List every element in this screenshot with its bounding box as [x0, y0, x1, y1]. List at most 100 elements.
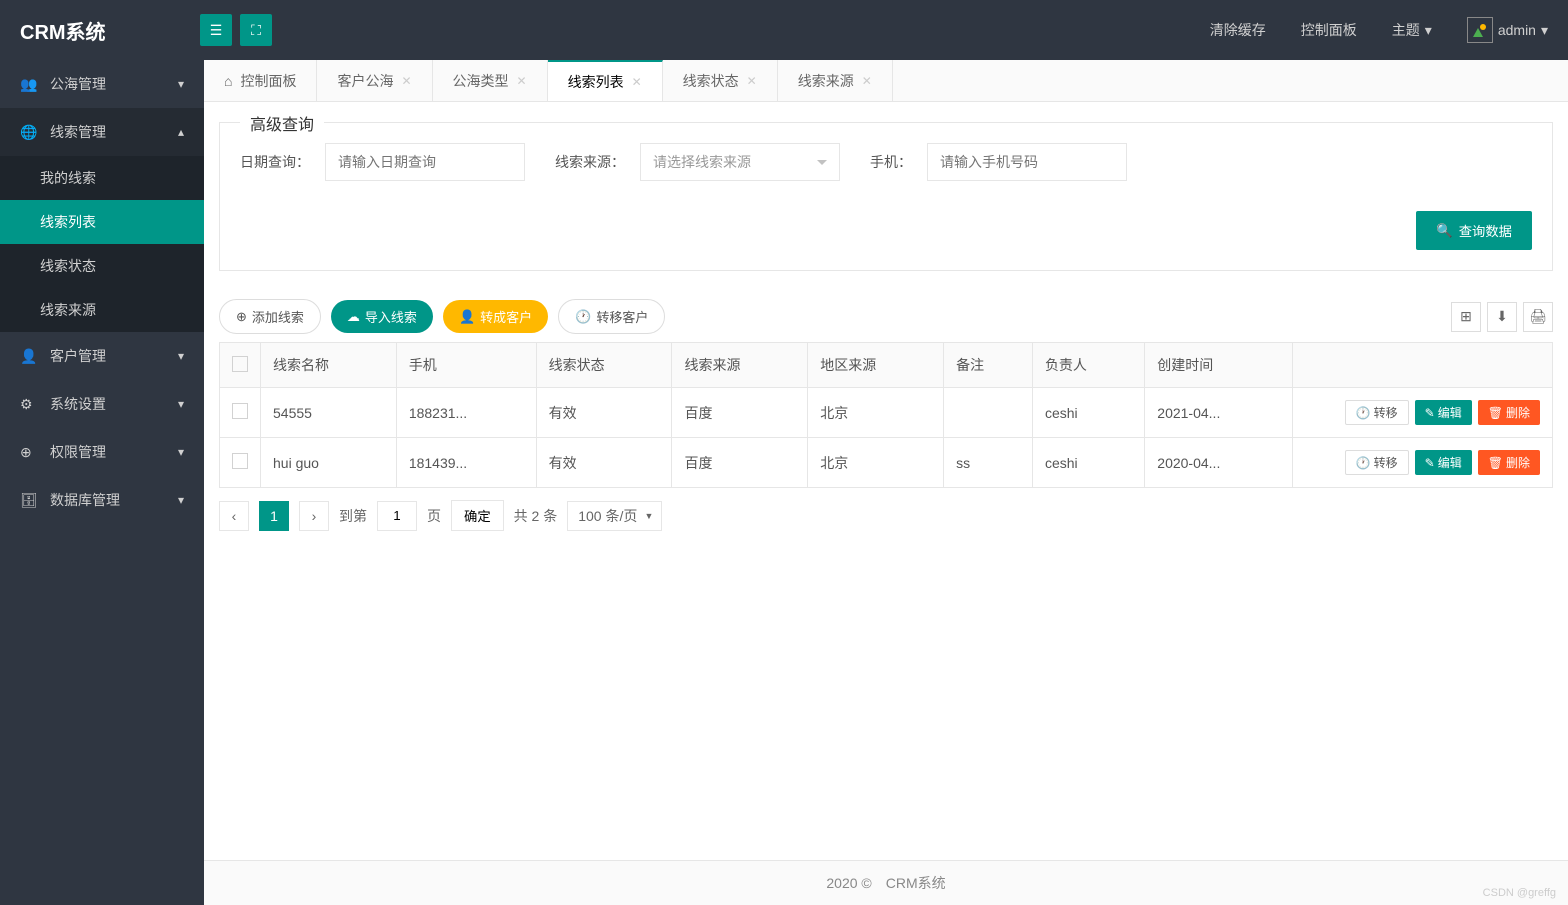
search-panel: 高级查询 日期查询： 线索来源： 请选择线索来源 手机：: [219, 122, 1553, 271]
table-cell: 百度: [672, 438, 808, 488]
toolbar: ⊕ 添加线索 ☁ 导入线索 👤 转成客户 🕐 转移客户 ⊞ ⬇: [219, 291, 1553, 342]
chevron-down-icon: ▾: [1541, 22, 1548, 39]
search-title: 高级查询: [240, 111, 324, 135]
select-all-checkbox[interactable]: [232, 356, 248, 372]
sidebar-subitem-lead-source[interactable]: 线索来源: [0, 288, 204, 332]
app-logo: CRM系统: [20, 16, 200, 45]
sidebar-item-customers[interactable]: 👤 客户管理 ▾: [0, 332, 204, 380]
col-name: 线索名称: [261, 343, 397, 388]
phone-input[interactable]: [927, 143, 1127, 181]
table-cell: ceshi: [1032, 388, 1144, 438]
globe-icon: 🌐: [20, 124, 40, 141]
user-menu[interactable]: admin ▾: [1467, 17, 1548, 43]
tab-customer-sea[interactable]: 客户公海 ✕: [317, 60, 432, 101]
table-cell: 有效: [536, 438, 672, 488]
sidebar-subitem-my-leads[interactable]: 我的线索: [0, 156, 204, 200]
chevron-up-icon: ▴: [178, 125, 184, 139]
theme-dropdown[interactable]: 主题 ▾: [1392, 20, 1432, 40]
table-cell: 百度: [672, 388, 808, 438]
menu-toggle-button[interactable]: ☰: [200, 14, 232, 46]
row-checkbox[interactable]: [232, 403, 248, 419]
tab-control-panel[interactable]: ⌂ 控制面板: [204, 60, 317, 101]
close-icon[interactable]: ✕: [401, 74, 411, 88]
phone-label: 手机：: [870, 152, 912, 172]
main-area: ⌂ 控制面板 客户公海 ✕ 公海类型 ✕ 线索列表 ✕ 线索状态 ✕ 线索来源 …: [204, 60, 1568, 905]
sidebar-subitem-lead-list[interactable]: 线索列表: [0, 200, 204, 244]
pencil-icon: ✎: [1425, 406, 1435, 420]
columns-button[interactable]: ⊞: [1451, 302, 1481, 332]
upload-icon: ☁: [347, 309, 360, 325]
chevron-right-icon: ›: [312, 508, 317, 524]
row-transfer-button[interactable]: 🕐 转移: [1345, 450, 1409, 475]
source-select[interactable]: 请选择线索来源: [640, 143, 840, 181]
fullscreen-button[interactable]: ⛶: [240, 14, 272, 46]
next-page-button[interactable]: ›: [299, 501, 329, 531]
goto-confirm-button[interactable]: 确定: [451, 500, 504, 531]
source-label: 线索来源：: [555, 152, 625, 172]
search-button[interactable]: 🔍 查询数据: [1416, 211, 1532, 250]
date-label: 日期查询：: [240, 152, 310, 172]
export-button[interactable]: ⬇: [1487, 302, 1517, 332]
goto-input[interactable]: [377, 501, 417, 531]
close-icon[interactable]: ✕: [517, 74, 527, 88]
close-icon[interactable]: ✕: [632, 75, 642, 89]
prev-page-button[interactable]: ‹: [219, 501, 249, 531]
watermark: CSDN @greffg: [1483, 887, 1556, 899]
tab-lead-source[interactable]: 线索来源 ✕: [778, 60, 893, 101]
chevron-down-icon: ▾: [178, 349, 184, 363]
date-input[interactable]: [325, 143, 525, 181]
header-toggles: ☰ ⛶: [200, 14, 272, 46]
add-lead-button[interactable]: ⊕ 添加线索: [219, 299, 321, 334]
col-created: 创建时间: [1145, 343, 1293, 388]
sidebar-item-settings[interactable]: ⚙ 系统设置 ▾: [0, 380, 204, 428]
page-size-select[interactable]: 100 条/页: [567, 501, 662, 531]
col-status: 线索状态: [536, 343, 672, 388]
row-transfer-button[interactable]: 🕐 转移: [1345, 400, 1409, 425]
table-cell: 北京: [808, 388, 944, 438]
close-icon[interactable]: ✕: [862, 74, 872, 88]
footer: 2020 © CRM系统: [204, 860, 1568, 905]
globe2-icon: ⊕: [20, 444, 40, 461]
pagination: ‹ 1 › 到第 页 确定 共 2 条 100 条/页: [219, 488, 1553, 543]
pencil-icon: ✎: [1425, 456, 1435, 470]
sidebar-item-leads[interactable]: 🌐 线索管理 ▴: [0, 108, 204, 156]
sidebar-item-database[interactable]: 🗄 数据库管理 ▾: [0, 476, 204, 524]
table-row: 54555188231...有效百度北京ceshi2021-04... 🕐 转移…: [220, 388, 1553, 438]
print-button[interactable]: 🖨: [1523, 302, 1553, 332]
chevron-down-icon: ▾: [178, 77, 184, 91]
close-icon[interactable]: ✕: [747, 74, 757, 88]
col-region: 地区来源: [808, 343, 944, 388]
row-delete-button[interactable]: 🗑 删除: [1478, 450, 1540, 475]
fullscreen-icon: ⛶: [251, 22, 261, 39]
row-edit-button[interactable]: ✎ 编辑: [1415, 450, 1472, 475]
tab-lead-list[interactable]: 线索列表 ✕: [548, 60, 663, 101]
table-cell: ceshi: [1032, 438, 1144, 488]
tab-lead-status[interactable]: 线索状态 ✕: [663, 60, 778, 101]
table-cell: 181439...: [396, 438, 536, 488]
page-1-button[interactable]: 1: [259, 501, 289, 531]
transfer-customer-button[interactable]: 🕐 转移客户: [558, 299, 665, 334]
menu-icon: ☰: [210, 22, 223, 39]
table-cell: 2021-04...: [1145, 388, 1293, 438]
chevron-down-icon: ▾: [178, 397, 184, 411]
row-delete-button[interactable]: 🗑 删除: [1478, 400, 1540, 425]
sidebar-item-public-sea[interactable]: 👥 公海管理 ▾: [0, 60, 204, 108]
col-owner: 负责人: [1032, 343, 1144, 388]
col-remark: 备注: [944, 343, 1033, 388]
page-label: 页: [427, 506, 441, 526]
table-cell: [944, 388, 1033, 438]
convert-customer-button[interactable]: 👤 转成客户: [443, 300, 548, 333]
sidebar-item-permissions[interactable]: ⊕ 权限管理 ▾: [0, 428, 204, 476]
control-panel-link[interactable]: 控制面板: [1301, 20, 1357, 40]
sidebar-subitem-lead-status[interactable]: 线索状态: [0, 244, 204, 288]
table-cell: 北京: [808, 438, 944, 488]
row-edit-button[interactable]: ✎ 编辑: [1415, 400, 1472, 425]
table-cell: 54555: [261, 388, 397, 438]
database-icon: 🗄: [20, 492, 40, 509]
clear-cache-link[interactable]: 清除缓存: [1210, 20, 1266, 40]
tab-sea-type[interactable]: 公海类型 ✕: [433, 60, 548, 101]
chevron-down-icon: ▾: [1425, 22, 1432, 39]
col-phone: 手机: [396, 343, 536, 388]
import-lead-button[interactable]: ☁ 导入线索: [331, 300, 433, 333]
row-checkbox[interactable]: [232, 453, 248, 469]
